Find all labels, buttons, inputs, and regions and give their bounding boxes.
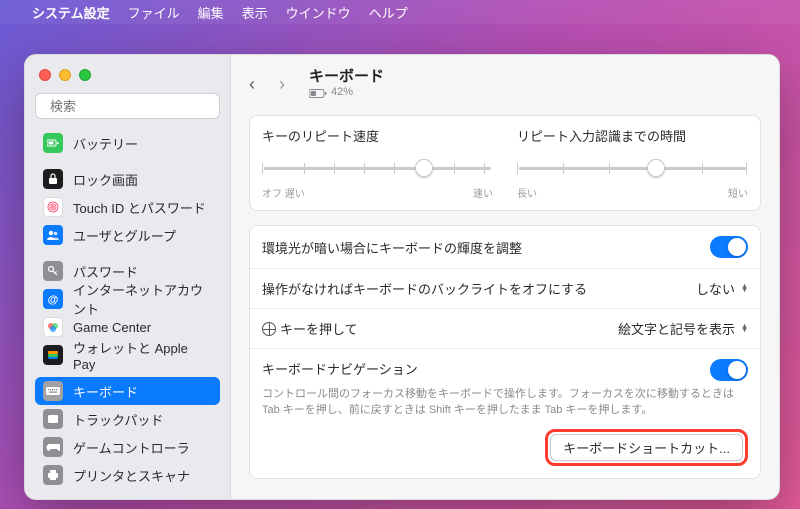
sidebar-item-gamecontroller[interactable]: ゲームコントローラ bbox=[35, 433, 220, 461]
menubar-app-name[interactable]: システム設定 bbox=[32, 3, 110, 22]
key-repeat-max-label: 速い bbox=[473, 185, 493, 200]
keyboard-nav-label: キーボードナビゲーション bbox=[262, 359, 710, 378]
keyboard-nav-description: コントロール間のフォーカス移動をキーボードで操作します。フォーカスを次に移動する… bbox=[250, 387, 760, 429]
minimize-button[interactable] bbox=[59, 69, 71, 81]
backlight-off-label: 操作がなければキーボードのバックライトをオフにする bbox=[262, 279, 696, 298]
menubar: システム設定 ファイル 編集 表示 ウインドウ ヘルプ bbox=[0, 0, 800, 24]
highlight-ring: キーボードショートカット... bbox=[545, 429, 748, 466]
lock-icon bbox=[43, 169, 63, 189]
sidebar-item-label: バッテリー bbox=[73, 134, 138, 153]
users-icon bbox=[43, 225, 63, 245]
battery-small-icon bbox=[309, 89, 327, 98]
key-icon bbox=[43, 261, 63, 281]
search-input[interactable] bbox=[50, 99, 226, 114]
sidebar-item-trackpad[interactable]: トラックパッド bbox=[35, 405, 220, 433]
forward-button[interactable]: › bbox=[279, 74, 297, 95]
sidebar-item-wallet[interactable]: ウォレットと Apple Pay bbox=[35, 341, 220, 369]
delay-max-label: 短い bbox=[728, 185, 748, 200]
content-scroll[interactable]: キーのリピート速度 bbox=[231, 105, 779, 499]
keyboard-icon bbox=[43, 381, 63, 401]
gamecenter-icon bbox=[43, 317, 63, 337]
sidebar-item-label: プリンタとスキャナ bbox=[73, 466, 190, 485]
globe-key-select[interactable]: 絵文字と記号を表示 ▲▼ bbox=[618, 319, 748, 338]
trackpad-icon bbox=[43, 409, 63, 429]
sidebar-item-battery[interactable]: バッテリー bbox=[35, 129, 220, 157]
fingerprint-icon bbox=[43, 197, 63, 217]
repeat-settings-card: キーのリピート速度 bbox=[249, 115, 761, 211]
sidebar-item-label: Game Center bbox=[73, 320, 151, 335]
zoom-button[interactable] bbox=[79, 69, 91, 81]
close-button[interactable] bbox=[39, 69, 51, 81]
menubar-item-window[interactable]: ウインドウ bbox=[286, 3, 351, 22]
menubar-item-view[interactable]: 表示 bbox=[242, 3, 268, 22]
menubar-item-file[interactable]: ファイル bbox=[128, 3, 180, 22]
sidebar-item-label: ウォレットと Apple Pay bbox=[73, 338, 212, 372]
sidebar-item-internet-accounts[interactable]: @ インターネットアカウント bbox=[35, 285, 220, 313]
svg-text:@: @ bbox=[48, 294, 59, 305]
key-repeat-min-label: オフ 遅い bbox=[262, 185, 305, 200]
sidebar-item-printers[interactable]: プリンタとスキャナ bbox=[35, 461, 220, 489]
menubar-item-help[interactable]: ヘルプ bbox=[369, 3, 408, 22]
chevron-updown-icon: ▲▼ bbox=[741, 325, 748, 333]
battery-icon bbox=[43, 133, 63, 153]
keyboard-nav-toggle[interactable] bbox=[710, 359, 748, 381]
content-header: ‹ › キーボード 42% bbox=[231, 55, 779, 105]
window-controls bbox=[35, 65, 220, 93]
key-repeat-label: キーのリピート速度 bbox=[262, 126, 493, 145]
ambient-brightness-toggle[interactable] bbox=[710, 236, 748, 258]
sidebar-item-label: ゲームコントローラ bbox=[73, 438, 190, 457]
text-input-heading: テキスト入力 bbox=[249, 493, 761, 499]
search-field[interactable] bbox=[35, 93, 220, 119]
settings-window: バッテリー ロック画面 Touch ID とパスワード bbox=[24, 54, 780, 500]
chevron-updown-icon: ▲▼ bbox=[741, 285, 748, 293]
sidebar-item-touchid[interactable]: Touch ID とパスワード bbox=[35, 193, 220, 221]
backlight-off-select[interactable]: しない ▲▼ bbox=[696, 279, 748, 298]
wallet-icon bbox=[43, 345, 63, 365]
sidebar-item-lockscreen[interactable]: ロック画面 bbox=[35, 165, 220, 193]
key-repeat-slider[interactable] bbox=[262, 157, 493, 179]
sidebar-item-label: キーボード bbox=[73, 382, 138, 401]
sidebar-item-label: トラックパッド bbox=[73, 410, 163, 429]
delay-label: リピート入力認識までの時間 bbox=[517, 126, 748, 145]
sidebar-item-keyboard[interactable]: キーボード bbox=[35, 377, 220, 405]
back-button[interactable]: ‹ bbox=[249, 74, 267, 95]
battery-status: 42% bbox=[309, 86, 384, 99]
menubar-item-edit[interactable]: 編集 bbox=[198, 3, 224, 22]
globe-icon bbox=[262, 322, 276, 336]
sidebar-item-label: Touch ID とパスワード bbox=[73, 198, 206, 217]
sidebar-item-label: ユーザとグループ bbox=[73, 226, 176, 245]
globe-key-label: キーを押して bbox=[262, 319, 618, 338]
content-pane: ‹ › キーボード 42% キーのリピート速度 bbox=[231, 55, 779, 499]
sidebar-item-label: パスワード bbox=[73, 262, 138, 281]
delay-min-label: 長い bbox=[517, 185, 537, 200]
printer-icon bbox=[43, 465, 63, 485]
gamecontroller-icon bbox=[43, 437, 63, 457]
keyboard-options-card: 環境光が暗い場合にキーボードの輝度を調整 操作がなければキーボードのバックライト… bbox=[249, 225, 761, 479]
keyboard-shortcuts-button[interactable]: キーボードショートカット... bbox=[550, 434, 743, 461]
sidebar-nav: バッテリー ロック画面 Touch ID とパスワード bbox=[35, 129, 220, 493]
at-icon: @ bbox=[43, 289, 63, 309]
delay-slider[interactable] bbox=[517, 157, 748, 179]
ambient-brightness-label: 環境光が暗い場合にキーボードの輝度を調整 bbox=[262, 238, 710, 257]
sidebar-item-users[interactable]: ユーザとグループ bbox=[35, 221, 220, 249]
sidebar-item-label: ロック画面 bbox=[73, 170, 138, 189]
sidebar: バッテリー ロック画面 Touch ID とパスワード bbox=[25, 55, 231, 499]
page-title: キーボード bbox=[309, 68, 384, 86]
sidebar-item-label: インターネットアカウント bbox=[73, 280, 212, 318]
